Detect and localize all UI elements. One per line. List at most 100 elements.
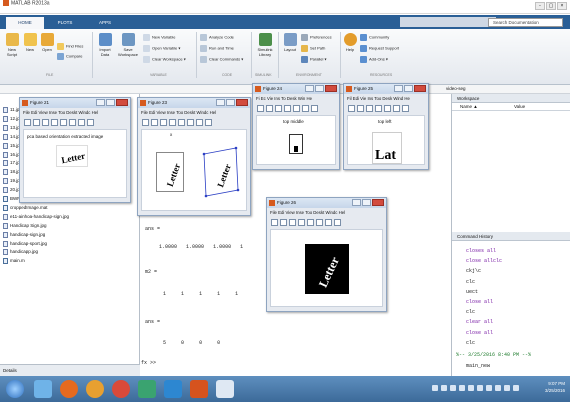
find-files-button[interactable]: Find Files <box>57 43 83 50</box>
simulink-library-button[interactable]: Simulink Library <box>254 33 276 57</box>
tray-icon[interactable] <box>495 385 501 391</box>
tray-icon[interactable] <box>459 385 465 391</box>
minimize-button[interactable] <box>352 199 361 206</box>
clear-commands-button[interactable]: Clear Commands ▾ <box>200 56 243 63</box>
open-variable-button[interactable]: Open Variable ▾ <box>143 45 180 52</box>
clock[interactable]: 9:07 PM 3/25/2016 <box>545 380 565 394</box>
close-button[interactable] <box>236 99 248 106</box>
figure-23-window[interactable]: Figure 23 File Edi View Inse Too Deskt W… <box>137 97 251 216</box>
figure-25-menu[interactable]: Fil Edi Vie Ins Too Desk Wind He <box>344 94 428 103</box>
pointer-icon[interactable] <box>60 119 67 126</box>
zoom-out-icon[interactable] <box>196 119 203 126</box>
media-player-icon[interactable] <box>60 380 78 398</box>
save-icon[interactable] <box>160 119 167 126</box>
matlab-taskbar-icon[interactable] <box>190 380 208 398</box>
close-button[interactable] <box>414 85 426 92</box>
pan-icon[interactable] <box>334 219 341 226</box>
close-button[interactable] <box>372 199 384 206</box>
chrome-icon[interactable] <box>112 380 130 398</box>
figure-25-titlebar[interactable]: Figure 25 <box>344 84 428 94</box>
new-figure-icon[interactable] <box>348 105 355 112</box>
print-icon[interactable] <box>169 119 176 126</box>
new-script-button[interactable]: New Script <box>3 33 21 57</box>
history-entry[interactable]: uect <box>466 289 478 295</box>
save-icon[interactable] <box>42 119 49 126</box>
pointer-icon[interactable] <box>384 105 391 112</box>
minimize-button[interactable]: - <box>535 2 545 10</box>
history-entry[interactable]: clc <box>466 309 475 315</box>
tray-icon[interactable] <box>468 385 474 391</box>
pointer-icon[interactable] <box>307 219 314 226</box>
new-figure-icon[interactable] <box>142 119 149 126</box>
open-icon[interactable] <box>280 219 287 226</box>
request-support-button[interactable]: Request Support <box>360 45 399 52</box>
clear-workspace-button[interactable]: Clear Workspace ▾ <box>143 56 186 63</box>
tray-icon[interactable] <box>432 385 438 391</box>
save-icon[interactable] <box>289 219 296 226</box>
tray-icon[interactable] <box>441 385 447 391</box>
import-data-button[interactable]: Import Data <box>95 33 115 57</box>
pan-icon[interactable] <box>87 119 94 126</box>
maximize-button[interactable]: ▢ <box>546 2 556 10</box>
maximize-button[interactable] <box>106 99 115 106</box>
tab-home[interactable]: HOME <box>6 17 44 29</box>
analyze-code-button[interactable]: Analyze Code <box>200 34 234 41</box>
file-list-item[interactable]: croppedImage.mat <box>3 204 48 211</box>
zoom-in-icon[interactable] <box>69 119 76 126</box>
figure-25-window[interactable]: Figure 25 Fil Edi Vie Ins Too Desk Wind … <box>343 83 429 170</box>
help-button[interactable]: Help <box>343 33 357 52</box>
pointer-icon[interactable] <box>293 105 300 112</box>
history-entry[interactable]: main_new <box>466 363 490 369</box>
print-icon[interactable] <box>298 219 305 226</box>
figure-taskbar-icon[interactable] <box>216 380 234 398</box>
parallel-button[interactable]: Parallel ▾ <box>301 56 326 63</box>
community-button[interactable]: Community <box>360 34 389 41</box>
workspace-list[interactable] <box>452 111 570 227</box>
history-entry[interactable]: clc <box>466 340 475 346</box>
tab-apps[interactable]: APPS <box>86 17 124 29</box>
minimize-button[interactable] <box>216 99 225 106</box>
zoom-in-icon[interactable] <box>302 105 309 112</box>
close-button[interactable]: × <box>557 2 567 10</box>
figure-23-menu[interactable]: File Edi View Inse Too Deskt Windc Hel <box>138 108 250 117</box>
pan-icon[interactable] <box>205 119 212 126</box>
zoom-out-icon[interactable] <box>311 105 318 112</box>
details-panel[interactable]: Details <box>0 364 140 376</box>
history-entry[interactable]: close all <box>466 299 493 305</box>
tray-icon[interactable] <box>486 385 492 391</box>
new-button[interactable]: New <box>22 33 38 52</box>
set-path-button[interactable]: Set Path <box>301 45 325 52</box>
figure-23-titlebar[interactable]: Figure 23 <box>138 98 250 108</box>
save-icon[interactable] <box>366 105 373 112</box>
maximize-button[interactable] <box>315 85 324 92</box>
app-icon[interactable] <box>138 380 156 398</box>
file-list-item[interactable]: handicap-sport.jpg <box>3 240 47 247</box>
new-figure-icon[interactable] <box>257 105 264 112</box>
start-button-icon[interactable] <box>6 380 24 398</box>
save-workspace-button[interactable]: Save Workspace <box>116 33 140 57</box>
close-button[interactable] <box>325 85 337 92</box>
maximize-button[interactable] <box>362 199 371 206</box>
zoom-in-icon[interactable] <box>316 219 323 226</box>
volume-icon[interactable] <box>504 385 510 391</box>
zoom-out-icon[interactable] <box>402 105 409 112</box>
preferences-button[interactable]: Preferences <box>301 34 332 41</box>
layout-button[interactable]: Layout <box>281 33 299 52</box>
figure-24-menu[interactable]: Fi Ec Vie Ins To Desk Win He <box>253 94 339 103</box>
figure-24-titlebar[interactable]: Figure 24 <box>253 84 339 94</box>
add-ons-button[interactable]: Add-Ons ▾ <box>360 56 388 63</box>
zoom-in-icon[interactable] <box>393 105 400 112</box>
figure-26-menu[interactable]: File Edi View Inse Too Deskt Windc Hel <box>267 208 386 217</box>
figure-21-menu[interactable]: File Edi View Inse Too Deskt Windc Hel <box>20 108 130 117</box>
figure-21-window[interactable]: Figure 21 File Edi View Inse Too Deskt W… <box>19 97 131 203</box>
open-icon[interactable] <box>151 119 158 126</box>
firefox-icon[interactable] <box>86 380 104 398</box>
explorer-icon[interactable] <box>34 380 52 398</box>
minimize-button[interactable] <box>96 99 105 106</box>
print-icon[interactable] <box>284 105 291 112</box>
maximize-button[interactable] <box>404 85 413 92</box>
search-documentation-input[interactable]: Search Documentation <box>488 18 563 27</box>
save-icon[interactable] <box>275 105 282 112</box>
file-list-item[interactable]: main.m <box>3 258 25 265</box>
zoom-out-icon[interactable] <box>78 119 85 126</box>
